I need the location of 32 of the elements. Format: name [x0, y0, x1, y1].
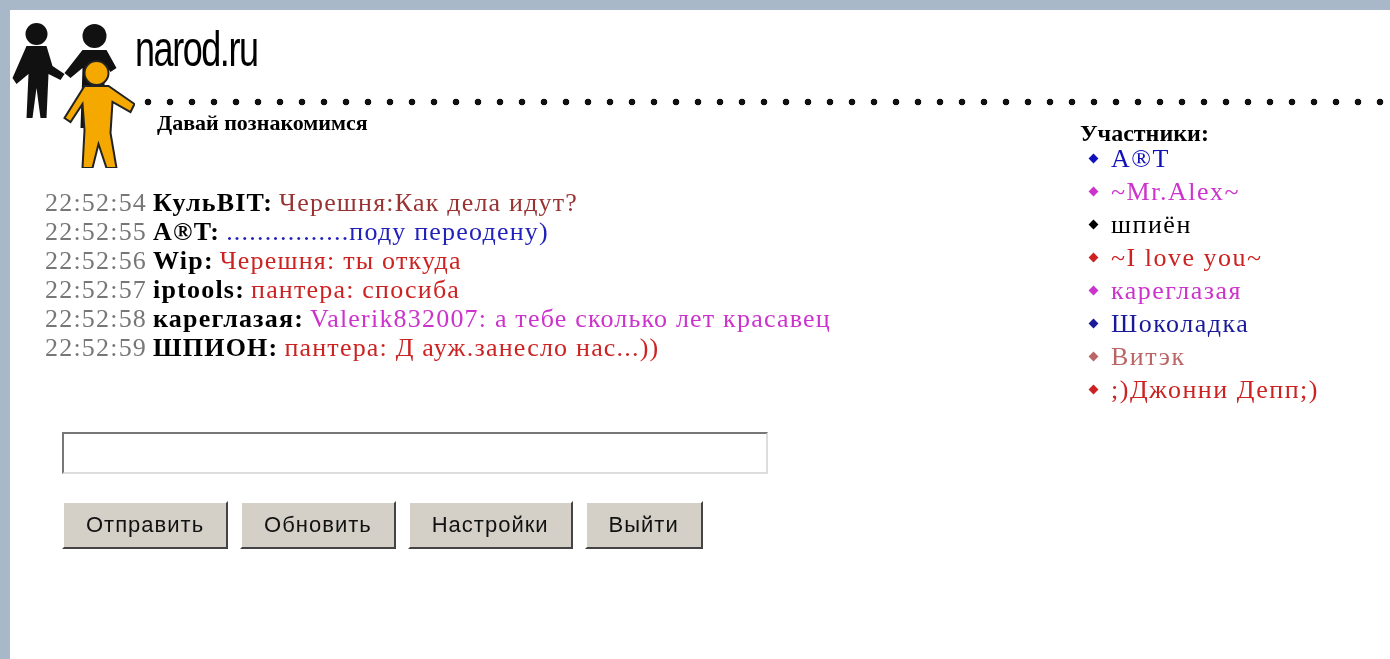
- message-input[interactable]: [62, 432, 768, 474]
- participant-name[interactable]: Витэк: [1111, 341, 1186, 372]
- message-time: 22:52:54: [45, 188, 148, 217]
- participant-name[interactable]: ~Mr.Alex~: [1111, 176, 1240, 207]
- participant-name[interactable]: Шоколадка: [1111, 308, 1250, 339]
- action-button[interactable]: Обновить: [240, 501, 396, 549]
- site-logo-text: narod.ru: [135, 24, 259, 74]
- message-author: Wip:: [153, 246, 214, 275]
- participant-name[interactable]: ;)Джонни Депп;): [1111, 374, 1319, 405]
- action-button[interactable]: Отправить: [62, 501, 229, 549]
- message-time: 22:52:55: [45, 217, 148, 246]
- message-text: ................поду переодену): [226, 217, 549, 246]
- action-button[interactable]: Настройки: [407, 501, 573, 549]
- message-author: A®T:: [153, 217, 221, 246]
- message-time: 22:52:57: [45, 275, 148, 304]
- action-button[interactable]: Выйти: [584, 501, 703, 549]
- message-author: кареглазая:: [153, 304, 305, 333]
- message-author: ШПИОН:: [153, 333, 279, 362]
- room-title: Давай познакомимся: [156, 110, 369, 137]
- participant-name[interactable]: шпиён: [1111, 209, 1192, 240]
- message-text: пантера: спосиба: [251, 275, 461, 304]
- message-author: КульBIT:: [153, 188, 274, 217]
- message-text: пантера: Д ауж.занесло нас...)): [284, 333, 660, 362]
- message-time: 22:52:59: [45, 333, 148, 362]
- participant-name[interactable]: кареглазая: [1111, 275, 1242, 306]
- message-text: Черешня:Как дела идут?: [279, 188, 579, 217]
- message-time: 22:52:56: [45, 246, 148, 275]
- message-text: Черешня: ты откуда: [219, 246, 462, 275]
- participant-name[interactable]: ~I love you~: [1111, 242, 1263, 273]
- message-time: 22:52:58: [45, 304, 148, 333]
- message-text: Valerik832007: а тебе сколько лет красавец: [310, 304, 831, 333]
- message-author: iptools:: [153, 275, 245, 304]
